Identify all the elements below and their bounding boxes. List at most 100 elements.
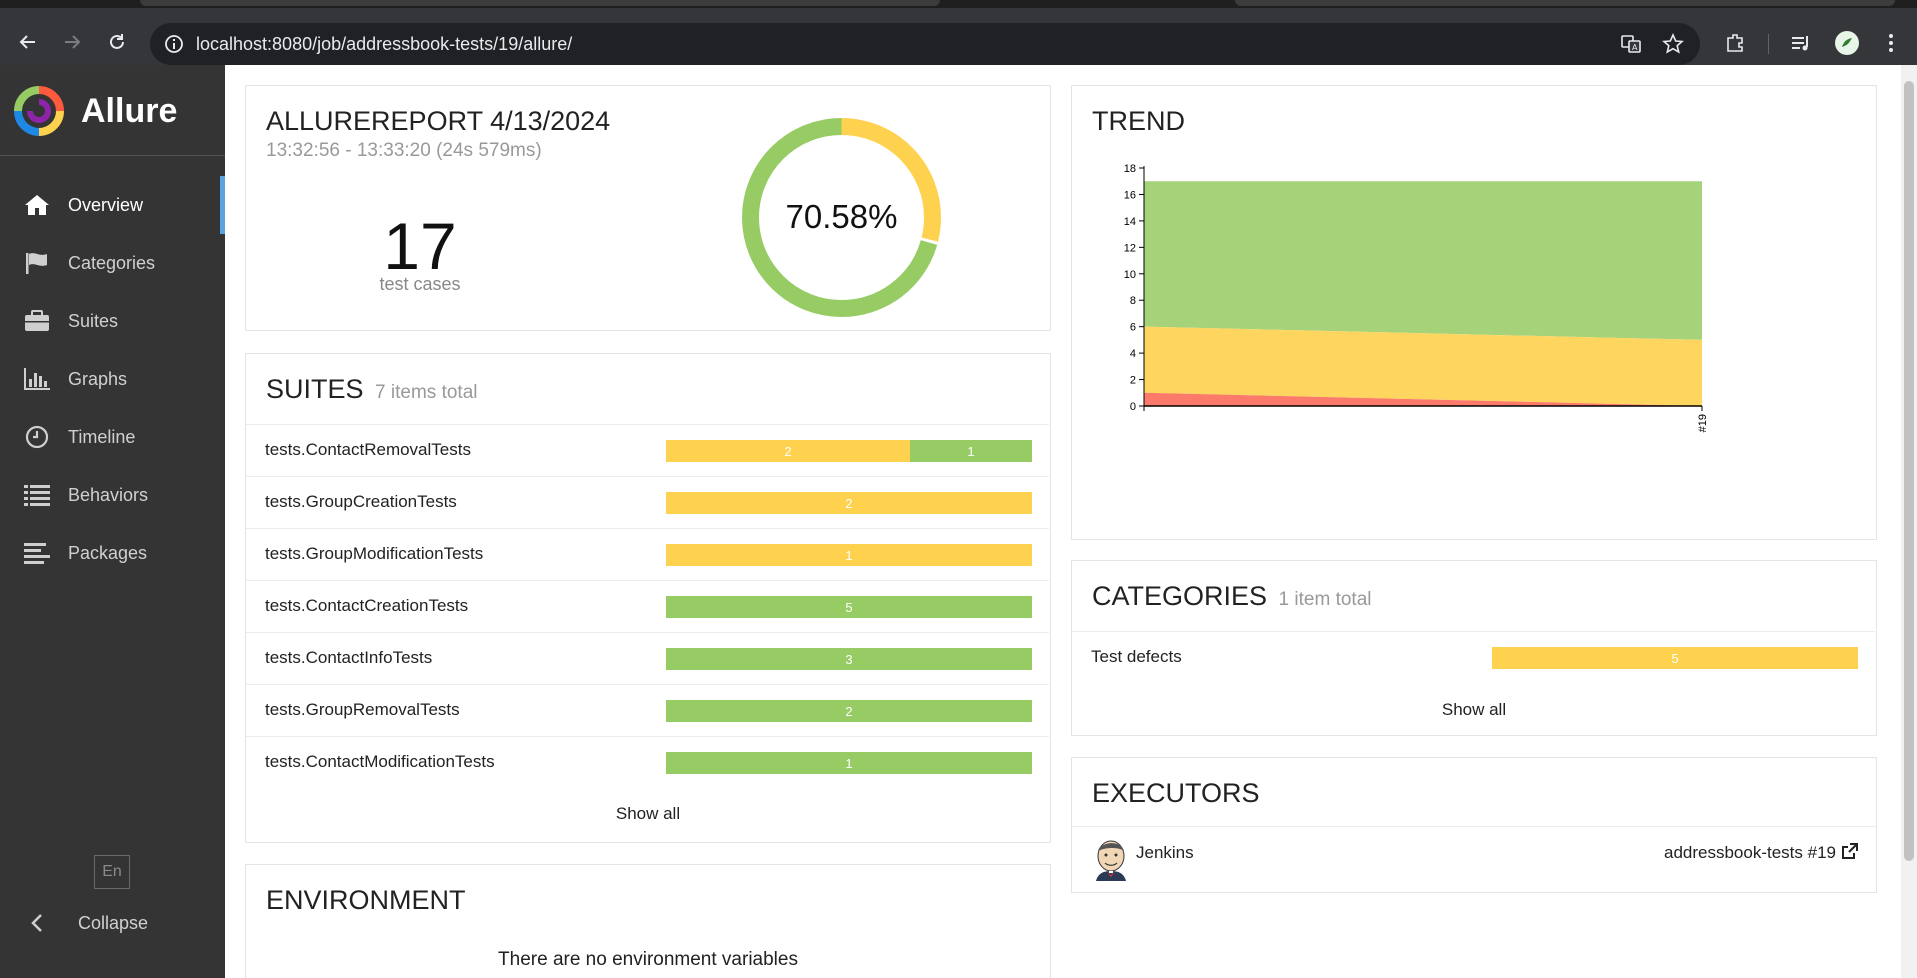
suite-row[interactable]: tests.ContactCreationTests 5 bbox=[246, 580, 1049, 632]
sidebar-item-graphs[interactable]: Graphs bbox=[0, 350, 225, 408]
suite-name: tests.ContactCreationTests bbox=[265, 596, 469, 615]
executors-widget: EXECUTORS Jenkins addressbook-tests #19 bbox=[1071, 757, 1877, 893]
external-link-icon[interactable] bbox=[1841, 843, 1858, 860]
trend-chart[interactable]: 0 2 4 6 8 10 12 14 16 18 #19 bbox=[1102, 156, 1862, 526]
sidebar-item-categories[interactable]: Categories bbox=[0, 234, 225, 292]
suite-bar-passed: 1 bbox=[910, 440, 1032, 462]
sidebar-item-behaviors[interactable]: Behaviors bbox=[0, 466, 225, 524]
trend-y-tick-label: 0 bbox=[1130, 401, 1136, 413]
back-arrow-icon bbox=[19, 35, 35, 49]
trend-y-tick-label: 6 bbox=[1130, 322, 1136, 334]
sidebar-item-label: Packages bbox=[68, 542, 148, 563]
report-time: 13:32:56 - 13:33:20 (24s 579ms) bbox=[266, 140, 542, 161]
suite-name: tests.ContactRemovalTests bbox=[265, 440, 471, 459]
suite-row[interactable]: tests.GroupModificationTests 1 bbox=[246, 528, 1049, 580]
url-text[interactable]: localhost:8080/job/addressbook-tests/19/… bbox=[196, 34, 572, 54]
bookmark-star-icon[interactable] bbox=[1662, 33, 1684, 55]
forward-arrow-icon bbox=[65, 35, 81, 49]
suite-name: tests.GroupRemovalTests bbox=[265, 700, 460, 719]
scrollbar-thumb[interactable] bbox=[1904, 81, 1914, 861]
categories-show-all-link[interactable]: Show all bbox=[1072, 700, 1876, 720]
category-row[interactable]: Test defects 5 bbox=[1072, 631, 1875, 683]
sidebar-item-label: Categories bbox=[68, 252, 156, 273]
trend-y-tick-label: 18 bbox=[1124, 163, 1136, 175]
sidebar: Allure Overview Categories Suites Graphs bbox=[0, 65, 225, 978]
flag-icon bbox=[22, 248, 52, 278]
suite-status-bar: 3 bbox=[666, 648, 1032, 670]
trend-area-passed bbox=[1144, 181, 1702, 340]
suites-widget: SUITES 7 items total tests.ContactRemova… bbox=[245, 353, 1051, 843]
address-bar[interactable]: localhost:8080/job/addressbook-tests/19/… bbox=[150, 23, 1700, 65]
suites-title: SUITES 7 items total bbox=[266, 374, 477, 405]
reload-button[interactable] bbox=[101, 26, 133, 58]
collapse-button[interactable]: Collapse bbox=[0, 903, 225, 943]
collapse-label: Collapse bbox=[78, 912, 149, 933]
category-name: Test defects bbox=[1091, 647, 1182, 666]
profile-avatar-icon[interactable] bbox=[1834, 30, 1860, 56]
sidebar-item-overview[interactable]: Overview bbox=[0, 176, 225, 234]
suite-bar-passed: 2 bbox=[666, 700, 1032, 722]
reload-icon bbox=[110, 34, 124, 49]
suites-heading: SUITES bbox=[266, 374, 364, 404]
suite-status-bar: 1 bbox=[666, 752, 1032, 774]
suite-row[interactable]: tests.ContactRemovalTests 2 1 bbox=[246, 424, 1049, 476]
brand[interactable]: Allure bbox=[0, 65, 225, 156]
executors-title: EXECUTORS bbox=[1092, 778, 1260, 808]
trend-y-tick-label: 14 bbox=[1124, 216, 1136, 228]
browser-toolbar: localhost:8080/job/addressbook-tests/19/… bbox=[0, 8, 1917, 65]
executor-name: Jenkins bbox=[1136, 843, 1194, 862]
sidebar-item-packages[interactable]: Packages bbox=[0, 524, 225, 582]
allure-logo-icon bbox=[14, 86, 64, 136]
trend-y-tick-label: 2 bbox=[1130, 375, 1136, 387]
trend-y-tick-label: 4 bbox=[1130, 348, 1136, 360]
environment-title: ENVIRONMENT bbox=[266, 885, 466, 915]
sidebar-item-suites[interactable]: Suites bbox=[0, 292, 225, 350]
suite-name: tests.GroupModificationTests bbox=[265, 544, 484, 563]
suite-status-bar: 2 bbox=[666, 492, 1032, 514]
suite-name: tests.GroupCreationTests bbox=[265, 492, 457, 511]
svg-text:A: A bbox=[1632, 43, 1638, 52]
trend-widget: TREND 0 2 4 6 8 10 12 14 16 18 #19 bbox=[1071, 85, 1877, 540]
trend-x-tick-label: #19 bbox=[1697, 414, 1709, 432]
sidebar-item-timeline[interactable]: Timeline bbox=[0, 408, 225, 466]
success-rate-value: 70.58% bbox=[785, 198, 898, 235]
extensions-icon[interactable] bbox=[1722, 30, 1748, 56]
toolbar-divider bbox=[1768, 34, 1769, 54]
suite-row[interactable]: tests.ContactInfoTests 3 bbox=[246, 632, 1049, 684]
trend-y-tick-label: 12 bbox=[1124, 242, 1136, 254]
list-icon bbox=[22, 480, 52, 510]
suite-name: tests.ContactInfoTests bbox=[265, 648, 433, 667]
suite-status-bar: 1 bbox=[666, 544, 1032, 566]
suite-row[interactable]: tests.ContactModificationTests 1 bbox=[246, 736, 1049, 788]
suite-row[interactable]: tests.GroupCreationTests 2 bbox=[246, 476, 1049, 528]
suite-row[interactable]: tests.GroupRemovalTests 2 bbox=[246, 684, 1049, 736]
summary-widget: ALLUREREPORT 4/13/2024 13:32:56 - 13:33:… bbox=[245, 85, 1051, 331]
environment-empty-message: There are no environment variables bbox=[498, 949, 798, 970]
environment-widget: ENVIRONMENT There are no environment var… bbox=[245, 864, 1051, 978]
category-bar-broken: 5 bbox=[1492, 647, 1858, 669]
sidebar-item-label: Graphs bbox=[68, 368, 128, 389]
sidebar-item-label: Overview bbox=[68, 194, 144, 215]
language-button[interactable]: En bbox=[94, 855, 130, 889]
translate-icon[interactable]: A bbox=[1620, 33, 1642, 55]
page-scrollbar[interactable] bbox=[1901, 65, 1917, 978]
media-controls-icon[interactable] bbox=[1788, 30, 1814, 56]
categories-title: CATEGORIES 1 item total bbox=[1092, 581, 1371, 612]
suites-show-all-link[interactable]: Show all bbox=[246, 804, 1050, 824]
executor-build-link[interactable]: addressbook-tests #19 bbox=[1664, 843, 1836, 863]
category-bar: 5 bbox=[1492, 647, 1858, 669]
browser-menu-icon[interactable] bbox=[1878, 30, 1904, 56]
browser-tab[interactable] bbox=[1235, 0, 1895, 6]
forward-button[interactable] bbox=[56, 26, 88, 58]
site-info-icon[interactable] bbox=[164, 34, 184, 54]
suite-bar-passed: 5 bbox=[666, 596, 1032, 618]
main-content: ALLUREREPORT 4/13/2024 13:32:56 - 13:33:… bbox=[225, 65, 1901, 978]
report-title: ALLUREREPORT 4/13/2024 bbox=[266, 106, 611, 136]
sidebar-item-label: Suites bbox=[68, 310, 119, 331]
suite-bar-broken: 2 bbox=[666, 440, 910, 462]
jenkins-avatar-icon bbox=[1096, 840, 1126, 881]
back-button[interactable] bbox=[12, 26, 44, 58]
test-case-count: 17 bbox=[383, 209, 457, 283]
suite-name: tests.ContactModificationTests bbox=[265, 752, 495, 771]
browser-tab[interactable] bbox=[140, 0, 940, 6]
